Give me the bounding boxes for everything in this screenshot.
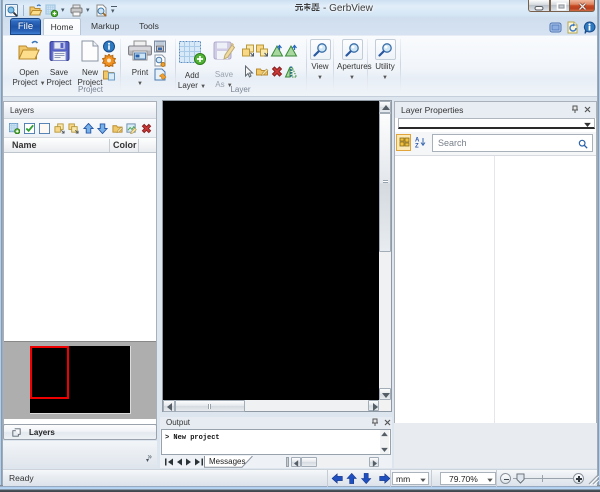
svg-text:Z: Z — [415, 144, 419, 149]
